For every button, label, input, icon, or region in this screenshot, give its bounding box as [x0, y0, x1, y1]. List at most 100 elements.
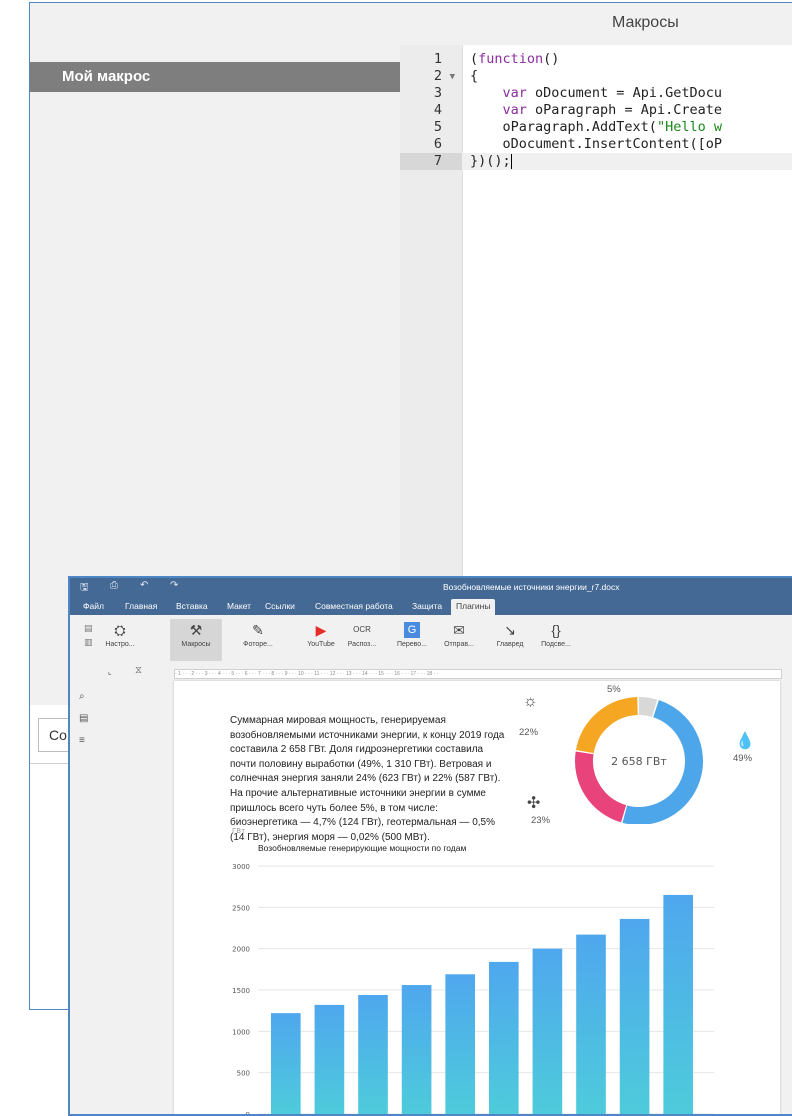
photo-editor-icon: ✎	[252, 622, 264, 638]
y-tick-label: 2500	[232, 904, 250, 912]
donut-chart[interactable]: 2 658 ГВт ☼ 💧 ✣ 49% 23% 22% 5%	[509, 684, 769, 826]
line-number-text: 3	[433, 85, 442, 101]
line-number: 3	[400, 85, 462, 102]
save-icon[interactable]: 🖫	[80, 580, 89, 597]
code-line[interactable]: oDocument.InsertContent([oP	[462, 136, 792, 153]
solar-icon: ☼	[523, 693, 538, 710]
tab-5[interactable]: Совместная работа	[310, 599, 398, 614]
line-number-text: 1	[433, 51, 442, 67]
tab-1[interactable]: Главная	[120, 599, 162, 614]
bar[interactable]	[488, 961, 519, 1114]
translate-label: Перево...	[396, 641, 428, 648]
bar[interactable]	[358, 994, 388, 1114]
code-line[interactable]: oParagraph.AddText("Hello w	[462, 119, 792, 136]
glavred-button[interactable]: ↘ Главред	[490, 619, 530, 661]
bar[interactable]	[445, 974, 476, 1114]
youtube-icon: ▶	[315, 622, 327, 638]
text-cursor	[510, 153, 512, 169]
title-bar: 🖫 ⎙ ↶ ↷ Возобновляемые источники энергии…	[70, 578, 792, 596]
tab-stop-icon[interactable]: ⌞	[108, 667, 112, 676]
redo-icon[interactable]: ↷	[170, 580, 178, 591]
code-line[interactable]: var oParagraph = Api.Create	[462, 102, 792, 119]
fold-arrow-icon[interactable]: ▼	[450, 69, 455, 86]
ocr-icon: OCR	[353, 625, 371, 634]
code-line[interactable]: (function()	[462, 51, 792, 68]
slice-label-hydro: 49%	[733, 753, 753, 764]
tab-2[interactable]: Вставка	[171, 599, 213, 614]
line-number-text: 4	[433, 102, 442, 118]
code-line[interactable]: })();	[462, 153, 792, 170]
translate-icon: G	[404, 622, 420, 638]
macros-icon: ⚒	[189, 622, 203, 638]
line-number: 5	[400, 119, 462, 136]
line-number: 7	[400, 153, 462, 170]
code-line[interactable]: var oDocument = Api.GetDocu	[462, 85, 792, 102]
slice-label-other: 5%	[607, 684, 621, 695]
slice-label-solar: 22%	[519, 727, 539, 738]
highlight-icon: {}	[551, 622, 561, 638]
youtube-label: YouTube	[307, 641, 335, 648]
indent-marker-icon[interactable]: ⧖	[135, 665, 142, 676]
y-tick-label: 0	[246, 1111, 250, 1116]
dialog-title: Макросы	[612, 14, 679, 31]
macros-label: Макросы	[181, 641, 211, 648]
macros-button[interactable]: ⚒ Макросы	[170, 619, 222, 661]
bar[interactable]	[532, 948, 563, 1114]
translate-button[interactable]: G Перево...	[392, 619, 432, 661]
line-number-text: 6	[433, 136, 442, 152]
bar[interactable]	[619, 918, 650, 1114]
dialog-header: Макросы	[30, 3, 792, 46]
bar[interactable]	[663, 894, 694, 1114]
photo-editor-button[interactable]: ✎ Фоторе...	[238, 619, 278, 661]
line-number: 1	[400, 51, 462, 68]
y-tick-label: 2000	[232, 946, 250, 954]
line-number: 4	[400, 102, 462, 119]
send-button[interactable]: ✉ Отправ...	[438, 619, 480, 661]
tab-3[interactable]: Макет	[222, 599, 256, 614]
hydro-icon: 💧	[735, 733, 755, 750]
undo-icon[interactable]: ↶	[140, 580, 148, 591]
navigation-icon[interactable]: ≡	[79, 735, 85, 746]
ruler-scale[interactable]: · 1 · · · 2 · · · 3 · · · 4 · · · 5 · · …	[174, 669, 782, 679]
code-line[interactable]: {	[462, 68, 792, 85]
settings-button[interactable]: ⛭ Настро...	[100, 619, 140, 661]
donut-center-label: 2 658 ГВт	[611, 755, 667, 768]
ocr-button[interactable]: OCR Распоз...	[342, 619, 382, 661]
wind-icon: ✣	[527, 795, 541, 812]
tab-0[interactable]: Файл	[78, 599, 109, 614]
copy-style-icon[interactable]: ▤	[84, 623, 93, 633]
bar[interactable]	[314, 1004, 345, 1114]
bar-chart[interactable]: ГВт Возобновляемые генерирующие мощности …	[214, 826, 714, 1116]
code-text[interactable]: (function(){ var oDocument = Api.GetDocu…	[462, 51, 792, 170]
document-page[interactable]: Суммарная мировая мощность, генерируемая…	[174, 681, 780, 1116]
print-icon[interactable]: ⎙	[110, 580, 118, 591]
bar[interactable]	[576, 934, 606, 1114]
comments-icon[interactable]: ▤	[79, 713, 88, 724]
bar[interactable]	[401, 985, 432, 1114]
line-number-text: 5	[433, 119, 442, 135]
y-tick-label: 1000	[232, 1028, 250, 1036]
line-number: 6	[400, 136, 462, 153]
macro-list-item[interactable]: Мой макрос	[30, 62, 400, 92]
left-sidebar: ⌕ ▤ ≡	[70, 681, 98, 1114]
editor-window: 🖫 ⎙ ↶ ↷ Возобновляемые источники энергии…	[68, 576, 792, 1116]
line-number-text: 7	[433, 153, 442, 169]
y-tick-label: 500	[237, 1070, 250, 1078]
glavred-label: Главред	[496, 641, 524, 648]
paste-icon[interactable]: ▥	[84, 637, 93, 647]
line-number: 2 ▼	[400, 68, 462, 85]
menu-tabs: Файл Главная Вставка Макет Ссылки Совместная …	[70, 596, 792, 617]
tab-6[interactable]: Защита	[407, 599, 447, 614]
search-icon[interactable]: ⌕	[79, 691, 85, 702]
tab-4[interactable]: Ссылки	[260, 599, 300, 614]
ocr-label: Распоз...	[347, 641, 377, 648]
bar-chart-svg: ГВт Возобновляемые генерирующие мощности …	[232, 827, 714, 1116]
plugins-toolbar: ▤ ▥ ⛭ Настро... ⚒ Макросы ✎ Фоторе... ▶ YouTube OC…	[70, 615, 792, 666]
youtube-button[interactable]: ▶ YouTube	[300, 619, 342, 661]
line-number-text: 2	[433, 68, 442, 84]
bar[interactable]	[270, 1013, 301, 1114]
document-title: Возобновляемые источники энергии_r7.docx	[443, 582, 620, 592]
highlight-button[interactable]: {} Подсве...	[534, 619, 578, 661]
donut-chart-svg: 2 658 ГВт	[575, 697, 703, 826]
ruler: ⌞ ⧖ · 1 · · · 2 · · · 3 · · · 4 · · · 5 …	[70, 665, 792, 681]
